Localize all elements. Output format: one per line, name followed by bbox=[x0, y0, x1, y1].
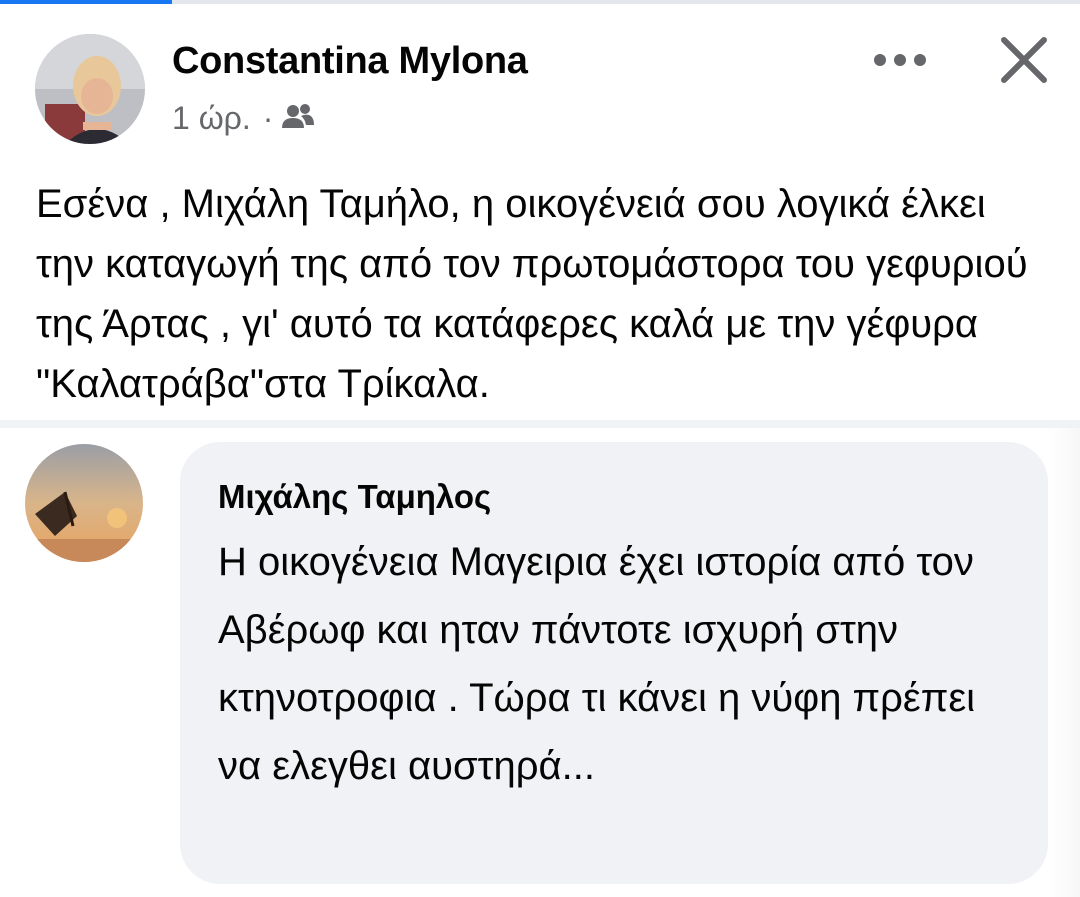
post-author-name[interactable]: Constantina Mylona bbox=[172, 40, 528, 83]
more-options-icon bbox=[874, 54, 926, 66]
comments-section: Μιχάλης Ταμηλος Η οικογένεια Μαγειρια έχ… bbox=[0, 428, 1080, 897]
commenter-avatar[interactable] bbox=[25, 444, 143, 562]
close-icon bbox=[1001, 37, 1047, 83]
comment-author-name[interactable]: Μιχάλης Ταμηλος bbox=[218, 478, 491, 516]
edge-shadow bbox=[1046, 428, 1080, 897]
post-card: Constantina Mylona 1 ώρ. · Εσένα , Μιχάλ… bbox=[0, 4, 1080, 420]
post-timestamp[interactable]: 1 ώρ. bbox=[172, 100, 251, 137]
meta-separator: · bbox=[262, 100, 274, 136]
post-meta: 1 ώρ. · bbox=[172, 100, 315, 137]
close-button[interactable] bbox=[990, 26, 1058, 94]
comment-text: Η οικογένεια Μαγειρια έχει ιστορία από τ… bbox=[218, 540, 976, 788]
friends-icon bbox=[281, 100, 315, 137]
author-avatar[interactable] bbox=[35, 34, 145, 144]
section-divider bbox=[0, 420, 1080, 428]
comment-bubble: Μιχάλης Ταμηλος Η οικογένεια Μαγειρια έχ… bbox=[180, 442, 1048, 884]
more-options-button[interactable] bbox=[868, 36, 932, 84]
post-body-text: Εσένα , Μιχάλη Ταμήλο, η οικογένειά σου … bbox=[36, 182, 1028, 406]
